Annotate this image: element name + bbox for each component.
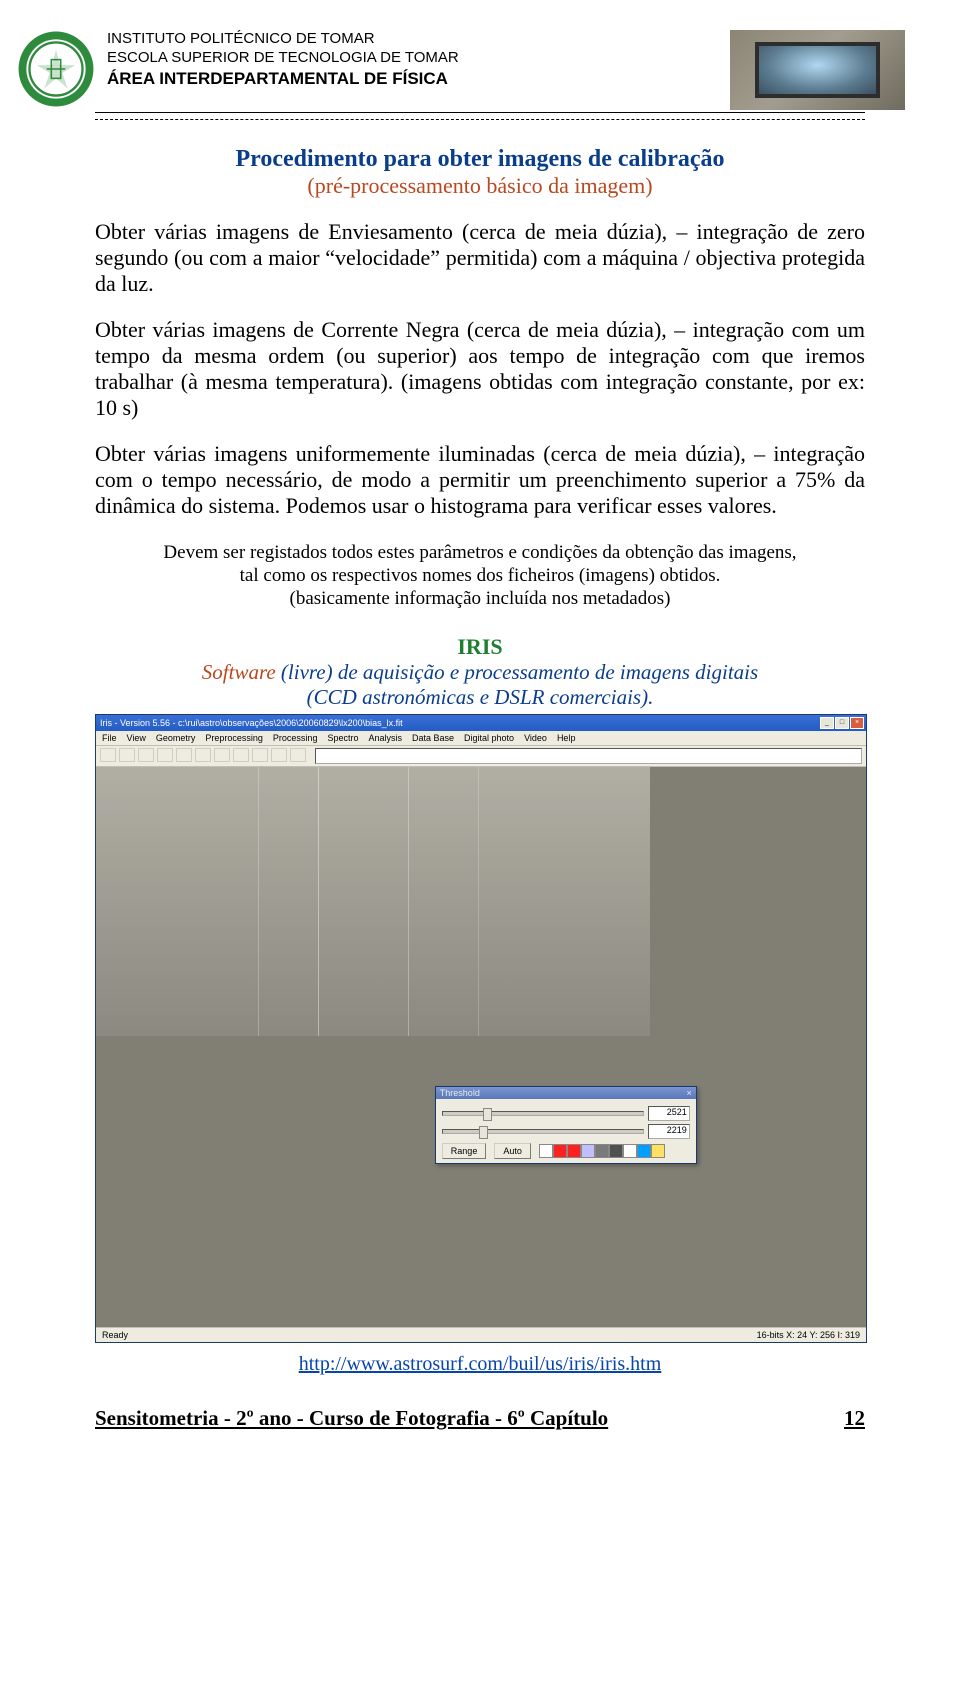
statusbar: Ready 16-bits X: 24 Y: 256 I: 319	[96, 1327, 866, 1342]
iris-app-window: Iris - Version 5.56 - c:\rui\astro\obser…	[95, 714, 867, 1343]
menu-file[interactable]: File	[102, 733, 117, 743]
menu-digitalphoto[interactable]: Digital photo	[464, 733, 514, 743]
app-title: Iris - Version 5.56 - c:\rui\astro\obser…	[100, 718, 403, 728]
iris-heading: IRIS Software (livre) de aquisição e pro…	[95, 634, 865, 710]
threshold-title-text: Threshold	[440, 1088, 480, 1098]
menubar: File View Geometry Preprocessing Process…	[96, 731, 866, 746]
palette-swatch[interactable]	[609, 1144, 623, 1158]
toolbar-button[interactable]	[176, 748, 192, 762]
document-title: Procedimento para obter imagens de calib…	[95, 146, 865, 173]
palette-swatch[interactable]	[553, 1144, 567, 1158]
iris-subtitle-1: Software (livre) de aquisição e processa…	[95, 660, 865, 685]
toolbar-button[interactable]	[233, 748, 249, 762]
threshold-dialog: Threshold × 2521 2219	[435, 1086, 697, 1164]
note-line2: tal como os respectivos nomes dos fichei…	[95, 564, 865, 587]
paragraph-bias: Obter várias imagens de Enviesamento (ce…	[95, 219, 865, 297]
note-line3: (basicamente informação incluída nos met…	[95, 587, 865, 610]
palette-swatch[interactable]	[581, 1144, 595, 1158]
toolbar-button[interactable]	[271, 748, 287, 762]
app-titlebar[interactable]: Iris - Version 5.56 - c:\rui\astro\obser…	[96, 715, 866, 731]
minimize-button[interactable]: _	[820, 717, 834, 729]
menu-processing[interactable]: Processing	[273, 733, 318, 743]
iris-link[interactable]: http://www.astrosurf.com/buil/us/iris/ir…	[299, 1353, 662, 1375]
toolbar-button[interactable]	[214, 748, 230, 762]
status-right: 16-bits X: 24 Y: 256 I: 319	[757, 1330, 860, 1340]
threshold-low-slider[interactable]	[442, 1129, 644, 1134]
toolbar-button[interactable]	[119, 748, 135, 762]
menu-database[interactable]: Data Base	[412, 733, 454, 743]
window-controls: _ □ ×	[820, 717, 864, 729]
toolbar-button[interactable]	[100, 748, 116, 762]
threshold-titlebar[interactable]: Threshold ×	[436, 1087, 696, 1099]
auto-button[interactable]: Auto	[494, 1143, 531, 1159]
toolbar-button[interactable]	[252, 748, 268, 762]
document-subtitle: (pré-processamento básico da imagem)	[95, 173, 865, 199]
header-line2: ESCOLA SUPERIOR DE TECNOLOGIA DE TOMAR	[107, 49, 459, 68]
palette-swatch[interactable]	[539, 1144, 553, 1158]
ccd-chip-image	[730, 30, 905, 110]
menu-video[interactable]: Video	[524, 733, 547, 743]
header-rule-dashed	[95, 119, 865, 120]
palette-swatch[interactable]	[595, 1144, 609, 1158]
palette-swatch[interactable]	[567, 1144, 581, 1158]
iris-url: http://www.astrosurf.com/buil/us/iris/ir…	[95, 1353, 865, 1376]
institution-logo	[17, 30, 95, 108]
toolbar-button[interactable]	[195, 748, 211, 762]
slider-thumb-icon[interactable]	[483, 1108, 492, 1121]
header-line3: ÁREA INTERDEPARTAMENTAL DE FÍSICA	[107, 68, 459, 89]
center-note: Devem ser registados todos estes parâmet…	[95, 541, 865, 611]
toolbar	[96, 746, 866, 767]
toolbar-button[interactable]	[290, 748, 306, 762]
page-header: INSTITUTO POLITÉCNICO DE TOMAR ESCOLA SU…	[95, 30, 865, 110]
toolbar-button[interactable]	[138, 748, 154, 762]
page-number: 12	[844, 1406, 865, 1431]
maximize-button[interactable]: □	[835, 717, 849, 729]
close-button[interactable]: ×	[850, 717, 864, 729]
header-rule-solid	[95, 112, 865, 113]
menu-preprocessing[interactable]: Preprocessing	[205, 733, 263, 743]
menu-geometry[interactable]: Geometry	[156, 733, 196, 743]
status-left: Ready	[102, 1330, 128, 1340]
app-client-area: Threshold × 2521 2219	[96, 767, 866, 1327]
iris-sub1-rest: (livre) de aquisição e processamento de …	[276, 660, 759, 684]
note-line1: Devem ser registados todos estes parâmet…	[95, 541, 865, 564]
page-footer: Sensitometria - 2º ano - Curso de Fotogr…	[95, 1406, 865, 1431]
palette-swatch[interactable]	[651, 1144, 665, 1158]
command-input[interactable]	[315, 748, 862, 764]
toolbar-button[interactable]	[157, 748, 173, 762]
paragraph-dark: Obter várias imagens de Corrente Negra (…	[95, 317, 865, 421]
iris-subtitle-2: (CCD astronómicas e DSLR comerciais).	[95, 685, 865, 710]
palette-swatch[interactable]	[637, 1144, 651, 1158]
palette-swatch[interactable]	[623, 1144, 637, 1158]
header-line1: INSTITUTO POLITÉCNICO DE TOMAR	[107, 30, 459, 49]
menu-analysis[interactable]: Analysis	[368, 733, 402, 743]
threshold-high-value[interactable]: 2521	[648, 1106, 690, 1121]
paragraph-flat: Obter várias imagens uniformemente ilumi…	[95, 441, 865, 519]
menu-view[interactable]: View	[127, 733, 146, 743]
slider-thumb-icon[interactable]	[479, 1126, 488, 1139]
footer-text: Sensitometria - 2º ano - Curso de Fotogr…	[95, 1406, 608, 1431]
range-button[interactable]: Range	[442, 1143, 487, 1159]
threshold-close-icon[interactable]: ×	[687, 1088, 692, 1098]
palette-swatches	[539, 1144, 665, 1158]
iris-name: IRIS	[95, 634, 865, 660]
menu-help[interactable]: Help	[557, 733, 576, 743]
iris-software-word: Software	[202, 660, 276, 684]
threshold-low-value[interactable]: 2219	[648, 1124, 690, 1139]
ccd-image-display[interactable]	[96, 767, 650, 1036]
menu-spectro[interactable]: Spectro	[327, 733, 358, 743]
threshold-high-slider[interactable]	[442, 1111, 644, 1116]
